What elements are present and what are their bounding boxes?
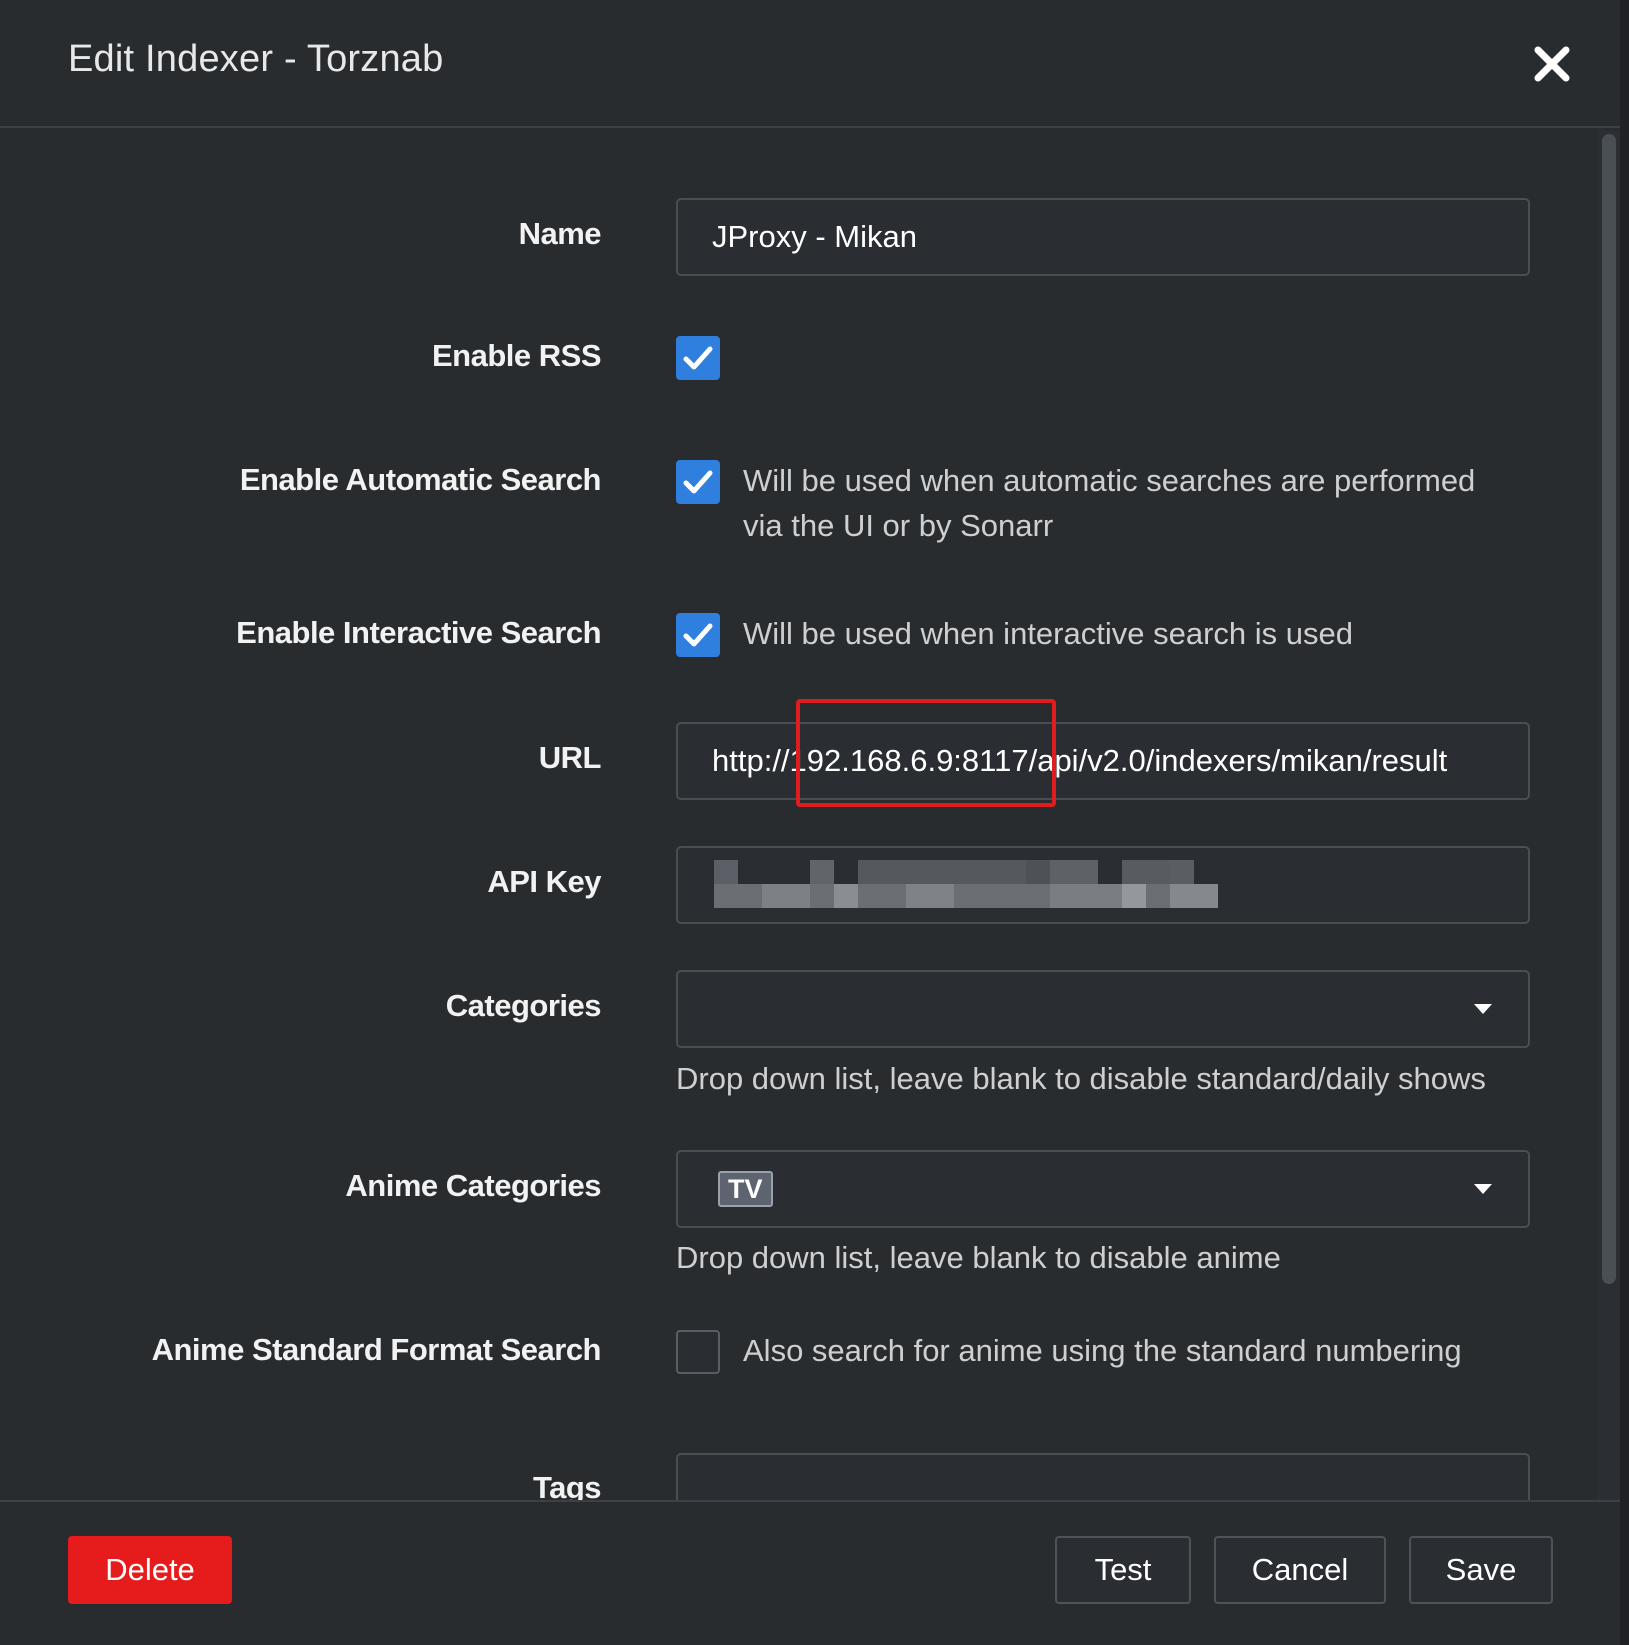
tag-tv[interactable]: TV: [718, 1171, 773, 1207]
anime-categories-select[interactable]: TV: [676, 1150, 1530, 1228]
modal-header: Edit Indexer - Torznab: [0, 0, 1620, 128]
save-button[interactable]: Save: [1409, 1536, 1553, 1604]
name-input[interactable]: JProxy - Mikan: [676, 198, 1530, 276]
name-input-value: JProxy - Mikan: [712, 219, 917, 254]
enable-rss-checkbox[interactable]: [676, 336, 720, 380]
modal-title: Edit Indexer - Torznab: [68, 38, 444, 80]
background-edge: [1620, 0, 1629, 1645]
enable-automatic-search-help: Will be used when automatic searches are…: [743, 458, 1475, 548]
enable-interactive-search-label: Enable Interactive Search: [236, 615, 601, 650]
categories-help: Drop down list, leave blank to disable s…: [676, 1061, 1486, 1096]
anime-standard-format-search-label: Anime Standard Format Search: [151, 1332, 602, 1367]
help-line: via the UI or by Sonarr: [743, 508, 1054, 543]
name-label: Name: [518, 216, 602, 251]
enable-automatic-search-checkbox[interactable]: [676, 460, 720, 504]
anime-standard-format-search-help: Also search for anime using the standard…: [743, 1333, 1462, 1368]
url-input[interactable]: http://192.168.6.9:8117/api/v2.0/indexer…: [676, 722, 1530, 800]
checkmark-icon: [683, 346, 713, 370]
enable-rss-label: Enable RSS: [432, 338, 602, 373]
api-key-label: API Key: [487, 864, 601, 899]
tags-label: Tags: [532, 1470, 602, 1500]
checkmark-icon: [683, 623, 713, 647]
scrollbar-thumb[interactable]: [1602, 134, 1616, 1284]
enable-automatic-search-label: Enable Automatic Search: [239, 462, 602, 497]
modal-footer: Delete Test Cancel Save: [0, 1500, 1620, 1645]
enable-interactive-search-checkbox[interactable]: [676, 613, 720, 657]
url-input-value: http://192.168.6.9:8117/api/v2.0/indexer…: [712, 743, 1448, 778]
categories-label: Categories: [445, 988, 602, 1023]
categories-select[interactable]: [676, 970, 1530, 1048]
help-line: Will be used when automatic searches are…: [743, 463, 1476, 498]
modal-body: Name JProxy - Mikan Enable RSS Enable Au…: [0, 130, 1600, 1500]
cancel-button[interactable]: Cancel: [1214, 1536, 1386, 1604]
url-label: URL: [538, 740, 602, 775]
caret-down-icon: [1474, 1184, 1492, 1194]
api-key-redacted: [714, 860, 1218, 908]
test-button[interactable]: Test: [1055, 1536, 1191, 1604]
enable-interactive-search-help: Will be used when interactive search is …: [743, 616, 1353, 651]
anime-categories-help: Drop down list, leave blank to disable a…: [676, 1240, 1281, 1275]
edit-indexer-modal: Edit Indexer - Torznab Name JProxy - Mik…: [0, 0, 1629, 1645]
delete-button[interactable]: Delete: [68, 1536, 232, 1604]
caret-down-icon: [1474, 1004, 1492, 1014]
close-icon[interactable]: [1530, 42, 1574, 86]
checkmark-icon: [683, 470, 713, 494]
api-key-input[interactable]: [676, 846, 1530, 924]
tags-input[interactable]: [676, 1453, 1530, 1500]
anime-standard-format-search-checkbox[interactable]: [676, 1330, 720, 1374]
anime-categories-label: Anime Categories: [345, 1168, 601, 1203]
